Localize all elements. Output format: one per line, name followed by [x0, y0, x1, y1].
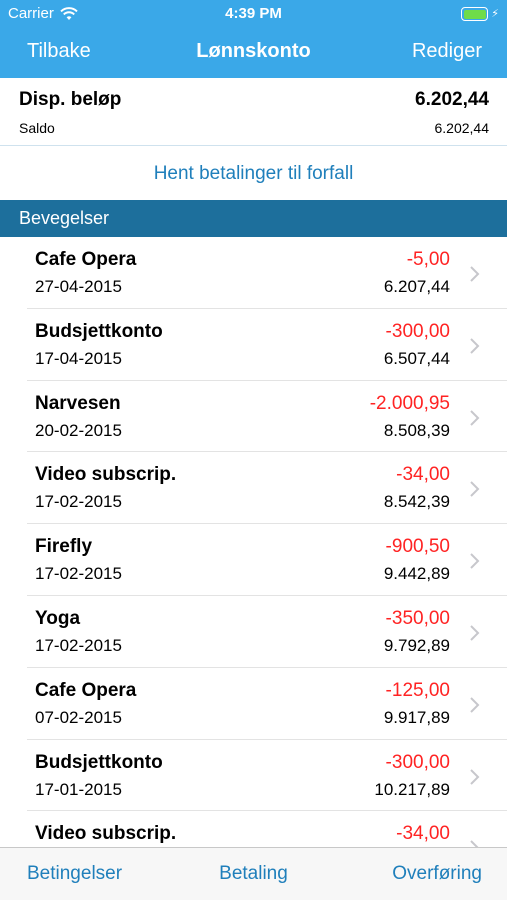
chevron-right-icon: [470, 266, 480, 282]
transaction-date: 17-01-2015: [35, 779, 122, 799]
transaction-amount: -350,00: [385, 607, 450, 629]
transaction-date: 27-04-2015: [35, 277, 122, 296]
transaction-balance: 9.442,89: [383, 564, 450, 584]
transaction-name: Budsjettkonto: [35, 751, 163, 773]
transactions-list[interactable]: Cafe Opera 27-04-2015 -5,00 6.207,44 Bud…: [0, 237, 507, 847]
status-bar: Carrier 4:39 PM ⚡: [0, 0, 507, 28]
transaction-amount: -125,00: [385, 679, 450, 701]
transaction-date: 17-04-2015: [35, 348, 122, 368]
transaction-balance: 10.217,89: [374, 779, 450, 799]
balance-summary: Disp. beløp 6.202,44 Saldo 6.202,44: [0, 78, 507, 146]
available-amount-label: Disp. beløp: [19, 89, 122, 110]
transaction-row[interactable]: Cafe Opera 27-04-2015 -5,00 6.207,44: [0, 237, 507, 309]
transaction-amount: -34,00: [396, 823, 450, 845]
transaction-date: 17-02-2015: [35, 492, 122, 512]
chevron-right-icon: [470, 338, 480, 354]
transaction-amount: -300,00: [385, 751, 450, 773]
chevron-right-icon: [470, 768, 480, 785]
transaction-name: Cafe Opera: [35, 249, 137, 270]
transaction-name: Cafe Opera: [35, 679, 137, 701]
transaction-name: Video subscrip.: [35, 823, 177, 845]
bottom-toolbar: Betingelser Betaling Overføring: [0, 847, 507, 900]
edit-button[interactable]: Rediger: [412, 40, 482, 63]
transaction-amount: -34,00: [396, 464, 450, 486]
status-time: 4:39 PM: [225, 5, 282, 22]
chevron-right-icon: [470, 481, 480, 498]
transaction-row[interactable]: Video subscrip. 17-02-2015 -34,00 8.542,…: [0, 452, 507, 524]
transaction-date: 07-02-2015: [35, 707, 122, 727]
charging-bolt-icon: ⚡: [491, 8, 499, 20]
transaction-name: Narvesen: [35, 392, 121, 414]
transaction-row[interactable]: Budsjettkonto 17-04-2015 -300,00 6.507,4…: [0, 309, 507, 381]
fetch-due-payments-button[interactable]: Hent betalinger til forfall: [0, 147, 507, 200]
transaction-row[interactable]: Yoga 17-02-2015 -350,00 9.792,89: [0, 596, 507, 668]
transaction-balance: 8.542,39: [383, 492, 450, 512]
transaction-balance: 6.507,44: [383, 348, 450, 368]
transaction-balance: 9.917,89: [383, 707, 450, 727]
transaction-row[interactable]: Budsjettkonto 17-01-2015 -300,00 10.217,…: [0, 740, 507, 812]
battery-fill: [463, 9, 486, 19]
chevron-right-icon: [470, 840, 479, 847]
header: Carrier 4:39 PM ⚡ Tilbake Lønnskonto Red…: [0, 0, 507, 78]
transaction-date: 17-02-2015: [35, 564, 122, 584]
transaction-name: Budsjettkonto: [35, 320, 163, 342]
transaction-amount: -2.000,95: [369, 392, 450, 414]
transaction-name: Yoga: [35, 607, 81, 629]
balance-label: Saldo: [19, 120, 55, 136]
navigation-bar: Tilbake Lønnskonto Rediger: [0, 28, 507, 78]
transaction-row[interactable]: Firefly 17-02-2015 -900,50 9.442,89: [0, 524, 507, 596]
chevron-right-icon: [470, 409, 480, 426]
back-button[interactable]: Tilbake: [27, 40, 91, 63]
battery-shell: [461, 7, 489, 21]
available-amount-value: 6.202,44: [415, 89, 489, 110]
transaction-row[interactable]: Cafe Opera 07-02-2015 -125,00 9.917,89: [0, 668, 507, 740]
transaction-row[interactable]: Video subscrip. -34,00: [0, 811, 507, 847]
transaction-amount: -300,00: [385, 320, 450, 342]
balance-value: 6.202,44: [434, 120, 490, 136]
transaction-name: Video subscrip.: [35, 464, 177, 486]
transaction-amount: -5,00: [406, 249, 450, 270]
chevron-right-icon: [470, 697, 480, 713]
transfer-button[interactable]: Overføring: [392, 863, 482, 885]
transaction-balance: 9.792,89: [383, 635, 450, 655]
chevron-right-icon: [470, 625, 480, 641]
transaction-balance: 8.508,39: [383, 420, 450, 440]
transactions-section-header: Bevegelser: [0, 200, 507, 237]
chevron-right-icon: [470, 553, 480, 569]
transaction-date: 17-02-2015: [35, 635, 122, 655]
transaction-date: 20-02-2015: [35, 420, 122, 440]
transaction-row[interactable]: Narvesen 20-02-2015 -2.000,95 8.508,39: [0, 381, 507, 453]
transaction-balance: 6.207,44: [383, 277, 450, 296]
transaction-name: Firefly: [35, 536, 93, 558]
transaction-amount: -900,50: [385, 536, 450, 558]
battery-icon: ⚡: [461, 7, 499, 21]
